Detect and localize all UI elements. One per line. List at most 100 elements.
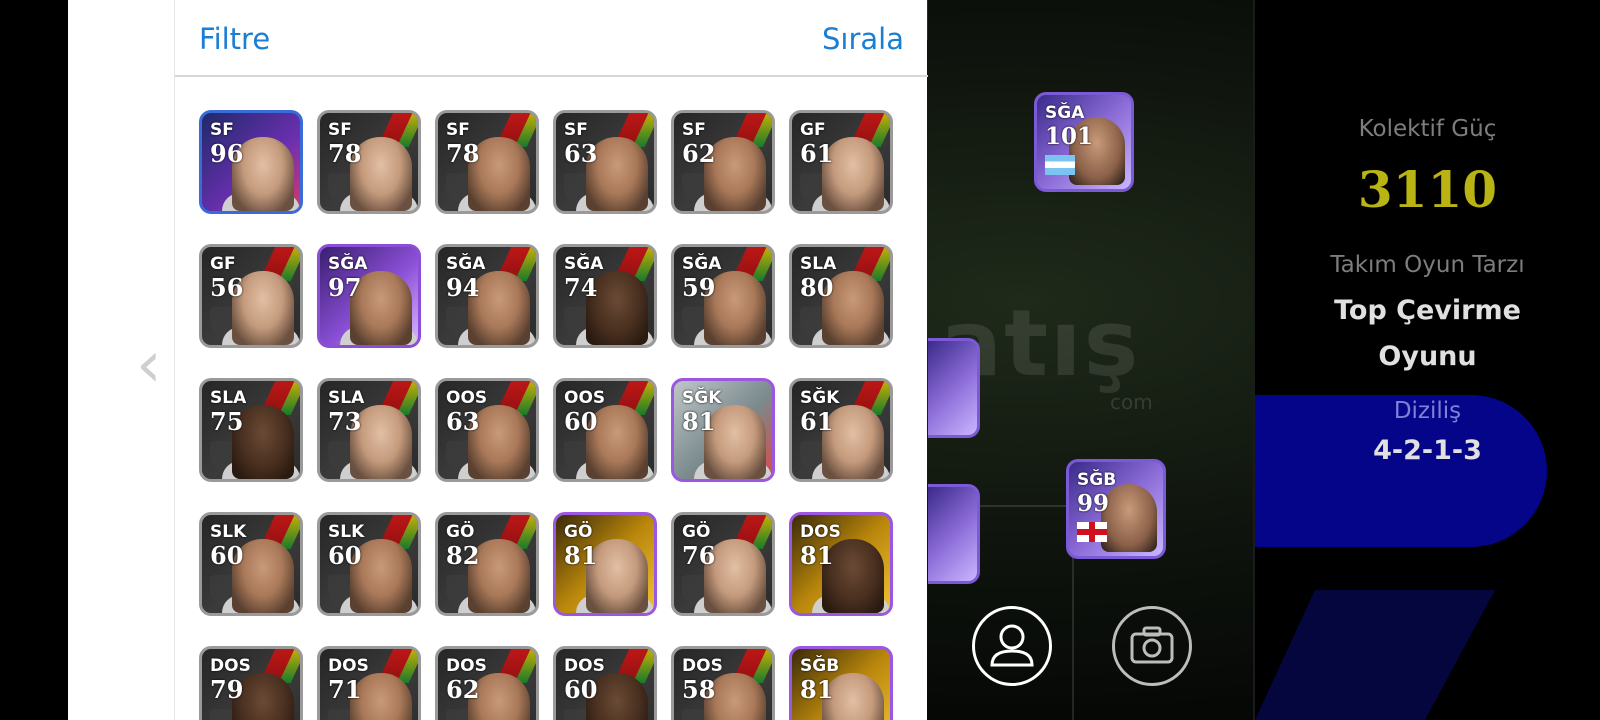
player-position: SLA <box>328 388 365 408</box>
player-card[interactable]: OOS 63 <box>435 378 539 482</box>
collective-power-value: 3110 <box>1357 160 1498 219</box>
player-position: DOS <box>328 656 369 676</box>
watermark-domain: com <box>1110 390 1153 414</box>
player-rating: 94 <box>446 273 480 302</box>
field-player-card[interactable]: SĞB 99 <box>1066 459 1166 559</box>
player-position: SLA <box>800 254 837 274</box>
player-position: SF <box>682 120 706 140</box>
player-card[interactable]: SF 62 <box>671 110 775 214</box>
player-position: DOS <box>446 656 487 676</box>
player-rating: 58 <box>682 675 716 704</box>
player-card[interactable]: DOS 79 <box>199 646 303 720</box>
player-card[interactable]: GF 56 <box>199 244 303 348</box>
player-card[interactable]: SĞA 74 <box>553 244 657 348</box>
team-playstyle-value[interactable]: Top Çevirme Oyunu <box>1255 288 1600 380</box>
player-card[interactable]: SĞA 59 <box>671 244 775 348</box>
player-rating: 80 <box>800 273 834 302</box>
player-position: SF <box>328 120 352 140</box>
player-rating: 97 <box>328 273 362 302</box>
player-card[interactable]: SĞA 97 <box>317 244 421 348</box>
player-card[interactable]: GF 61 <box>789 110 893 214</box>
player-position: SĞB <box>800 656 840 676</box>
filter-button[interactable]: Filtre <box>199 22 270 56</box>
player-rating: 61 <box>800 139 834 168</box>
player-card[interactable]: SLA 73 <box>317 378 421 482</box>
player-card[interactable]: SLK 60 <box>199 512 303 616</box>
field-player-card[interactable]: SĞA 101 <box>1034 92 1134 192</box>
player-rating: 62 <box>682 139 716 168</box>
player-position: GÖ <box>564 522 593 542</box>
player-card[interactable]: DOS 71 <box>317 646 421 720</box>
player-rating: 81 <box>564 541 598 570</box>
player-rating: 56 <box>210 273 244 302</box>
player-card[interactable]: SF 96 <box>199 110 303 214</box>
field-player-card-partial[interactable] <box>928 484 980 584</box>
player-rating: 78 <box>446 139 480 168</box>
player-face <box>1101 484 1157 552</box>
argentina-flag-icon <box>1045 155 1075 175</box>
player-position: DOS <box>682 656 723 676</box>
player-card[interactable]: GÖ 76 <box>671 512 775 616</box>
player-position: GÖ <box>446 522 475 542</box>
player-position: SĞA <box>564 254 604 274</box>
player-card[interactable]: SF 63 <box>553 110 657 214</box>
player-position: DOS <box>800 522 841 542</box>
player-rating: 79 <box>210 675 244 704</box>
field-player-card-partial[interactable] <box>928 338 980 438</box>
player-rating: 82 <box>446 541 480 570</box>
player-card[interactable]: DOS 58 <box>671 646 775 720</box>
player-rating: 60 <box>564 675 598 704</box>
player-position: SF <box>210 120 234 140</box>
player-card[interactable]: SĞK 61 <box>789 378 893 482</box>
player-position: GÖ <box>682 522 711 542</box>
sort-button[interactable]: Sırala <box>822 22 904 56</box>
player-position: SF <box>446 120 470 140</box>
team-playstyle-line1: Top Çevirme <box>1334 295 1521 326</box>
player-position: SLK <box>210 522 247 542</box>
team-playstyle-label: Takım Oyun Tarzı <box>1330 252 1525 278</box>
player-rating: 63 <box>446 407 480 436</box>
collective-power-label: Kolektif Güç <box>1358 116 1497 142</box>
player-rating: 74 <box>564 273 598 302</box>
player-card[interactable]: SF 78 <box>317 110 421 214</box>
player-card[interactable]: DOS 62 <box>435 646 539 720</box>
player-position: SĞA <box>1045 103 1085 123</box>
player-card[interactable]: SLK 60 <box>317 512 421 616</box>
player-card[interactable]: SĞB 81 <box>789 646 893 720</box>
player-position: SĞB <box>1077 470 1117 490</box>
player-position: DOS <box>210 656 251 676</box>
player-card[interactable]: DOS 60 <box>553 646 657 720</box>
player-rating: 60 <box>328 541 362 570</box>
player-card[interactable]: SĞA 94 <box>435 244 539 348</box>
player-position: SĞK <box>800 388 840 408</box>
player-card[interactable]: GÖ 81 <box>553 512 657 616</box>
player-card[interactable]: SLA 80 <box>789 244 893 348</box>
player-rating: 59 <box>682 273 716 302</box>
formation-label: Diziliş <box>1393 398 1462 424</box>
profile-button[interactable] <box>972 606 1052 686</box>
player-card[interactable]: SĞK 81 <box>671 378 775 482</box>
player-rating: 101 <box>1045 123 1094 150</box>
player-rating: 81 <box>682 407 716 436</box>
player-card[interactable]: GÖ 82 <box>435 512 539 616</box>
camera-icon <box>1130 626 1174 664</box>
player-position: GF <box>800 120 826 140</box>
picker-header: Filtre Sırala <box>175 0 928 77</box>
player-card[interactable]: DOS 81 <box>789 512 893 616</box>
player-position: DOS <box>564 656 605 676</box>
player-card[interactable]: SLA 75 <box>199 378 303 482</box>
player-rating: 76 <box>682 541 716 570</box>
player-position: SĞK <box>682 388 722 408</box>
player-rating: 61 <box>800 407 834 436</box>
chevron-left-icon[interactable]: ‹ <box>136 333 168 397</box>
player-card[interactable]: SF 78 <box>435 110 539 214</box>
player-rating: 60 <box>564 407 598 436</box>
player-position: OOS <box>564 388 606 408</box>
player-card[interactable]: OOS 60 <box>553 378 657 482</box>
england-flag-icon <box>1077 522 1107 542</box>
player-position: SĞA <box>682 254 722 274</box>
team-playstyle-line2: Oyunu <box>1378 341 1477 372</box>
formation-value[interactable]: 4-2-1-3 <box>1255 435 1600 466</box>
player-rating: 75 <box>210 407 244 436</box>
camera-button[interactable] <box>1112 606 1192 686</box>
